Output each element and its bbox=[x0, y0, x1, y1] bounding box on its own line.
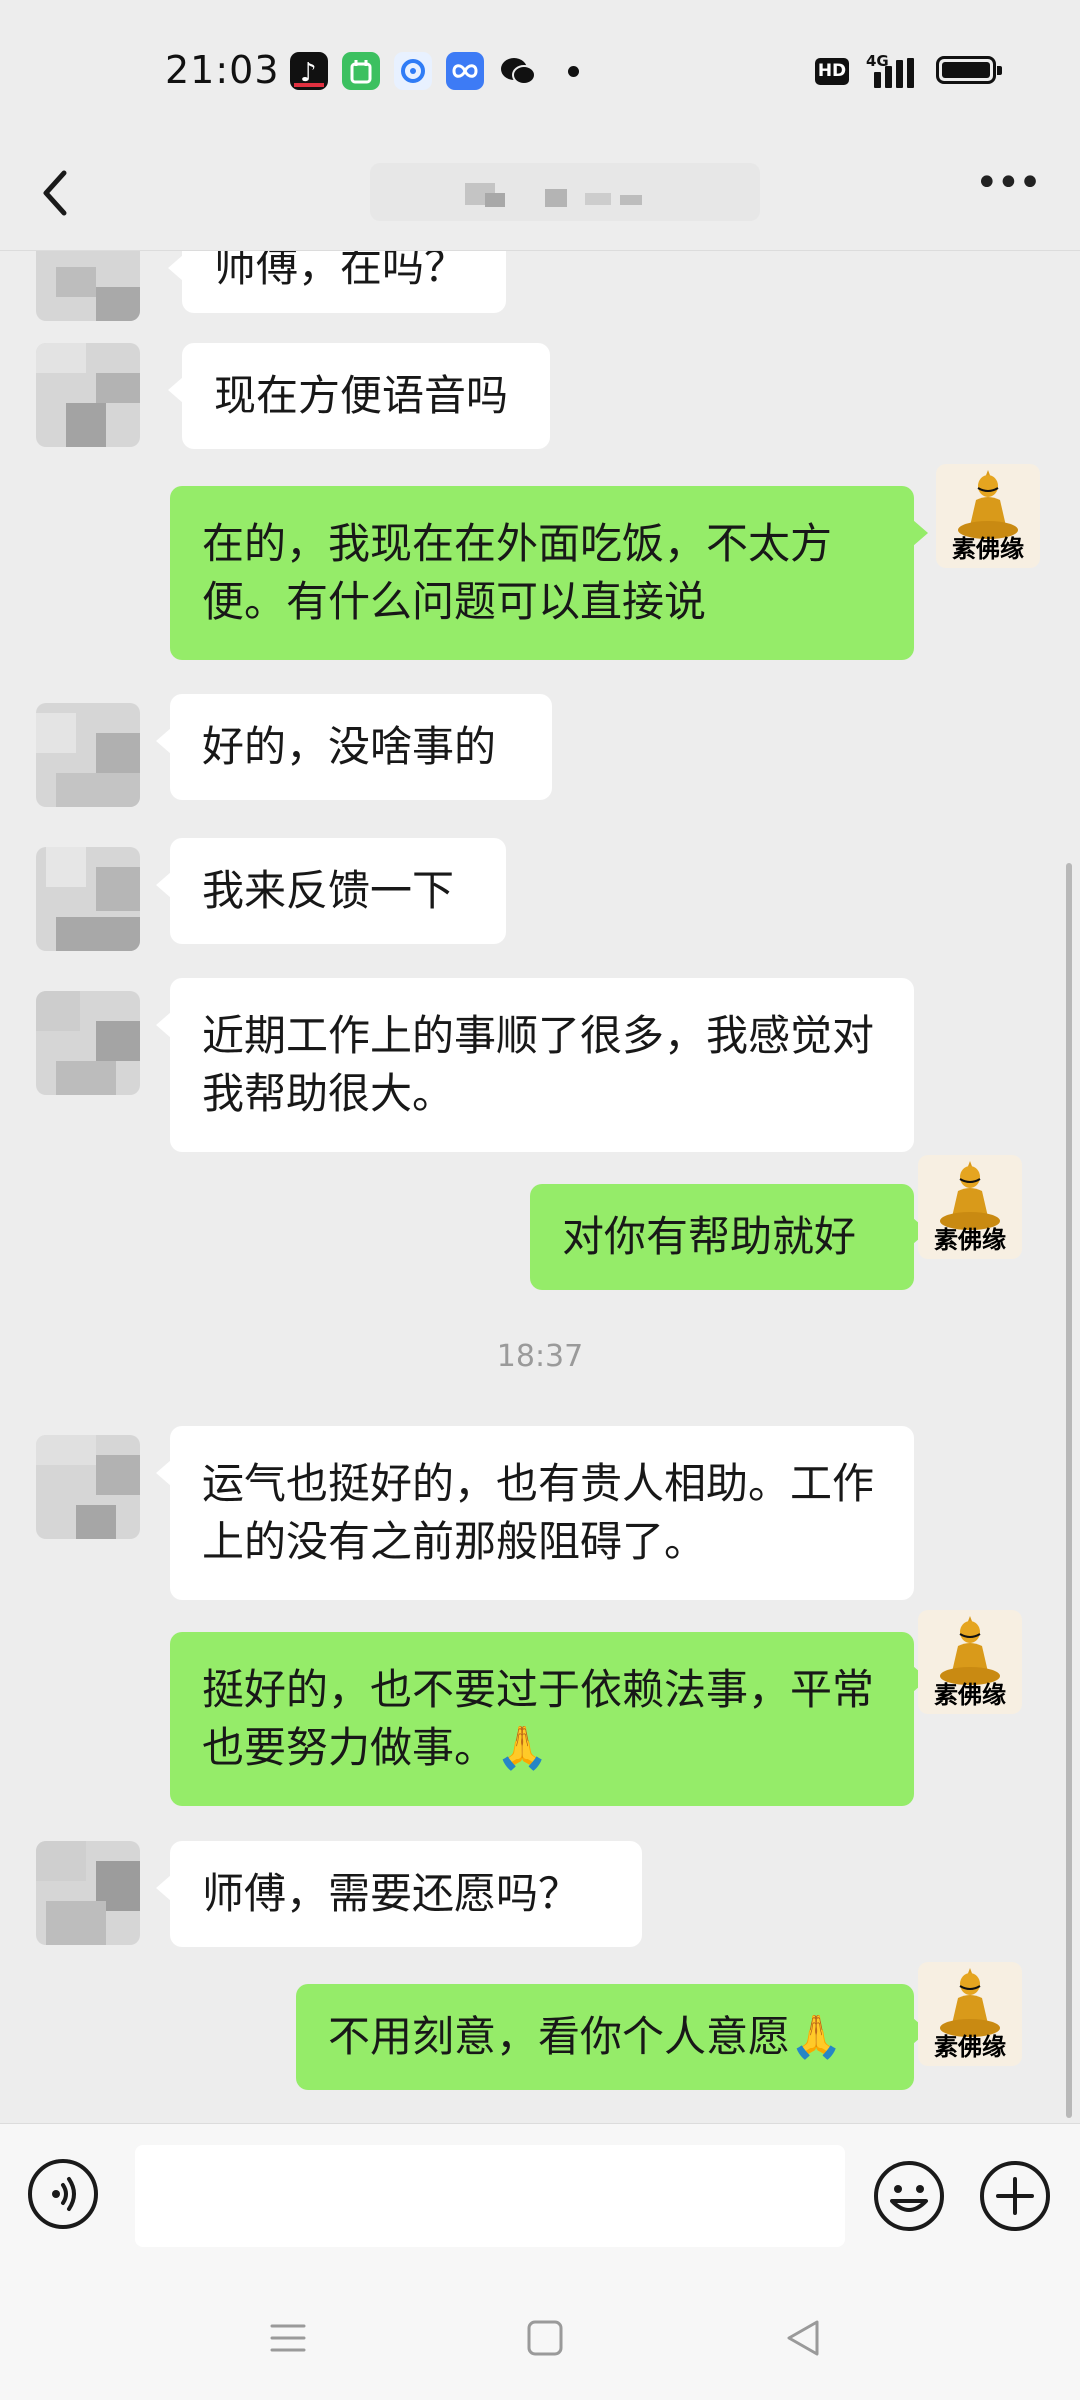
home-square-icon bbox=[527, 2320, 563, 2356]
message-text: 运气也挺好的，也有贵人相助。工作上的没有之前那般阻碍了。 bbox=[202, 1459, 875, 1566]
nav-home-button[interactable] bbox=[515, 2308, 575, 2368]
message-text: 好的，没啥事的 bbox=[202, 722, 497, 771]
message-list: 师傅，在吗？ 现在方便语音吗 在的，我现在在外面吃饭，不太方便。有什么问题可以直… bbox=[0, 251, 1080, 2123]
back-button[interactable] bbox=[30, 157, 90, 227]
message-text: 挺好的，也不要过于依赖法事，平常也要努力做事。🙏 bbox=[202, 1665, 875, 1772]
message-bubble-received[interactable]: 师傅，需要还愿吗？ bbox=[156, 1841, 642, 1947]
douyin-icon: ♪ bbox=[290, 52, 328, 90]
voice-button[interactable] bbox=[28, 2159, 98, 2229]
message-text: 在的，我现在在外面吃饭，不太方便。有什么问题可以直接说 bbox=[202, 519, 833, 626]
message-text: 不用刻意，看你个人意愿🙏 bbox=[328, 2012, 843, 2061]
emoji-icon bbox=[874, 2161, 944, 2231]
my-avatar-label: 素佛缘 bbox=[934, 1226, 1006, 1254]
message-text: 对你有帮助就好 bbox=[562, 1212, 857, 1261]
message-bubble-sent[interactable]: 对你有帮助就好 bbox=[530, 1184, 928, 1290]
message-bubble-received[interactable]: 我来反馈一下 bbox=[156, 838, 506, 944]
signal-icon bbox=[872, 58, 922, 88]
message-text: 师傅，在吗？ bbox=[214, 251, 467, 291]
infinity-app-icon bbox=[446, 52, 484, 90]
back-triangle-icon bbox=[787, 2320, 819, 2356]
voice-icon bbox=[52, 2177, 76, 2211]
my-avatar[interactable]: 素佛缘 bbox=[936, 464, 1040, 568]
my-avatar[interactable]: 素佛缘 bbox=[918, 1155, 1022, 1259]
message-bubble-received[interactable]: 运气也挺好的，也有贵人相助。工作上的没有之前那般阻碍了。 bbox=[156, 1426, 914, 1600]
message-bubble-received[interactable]: 好的，没啥事的 bbox=[156, 694, 552, 800]
wechat-icon bbox=[498, 52, 536, 90]
system-nav-bar bbox=[0, 2270, 1080, 2400]
my-avatar-label: 素佛缘 bbox=[934, 1681, 1006, 1709]
message-input[interactable] bbox=[135, 2145, 845, 2247]
message-text: 近期工作上的事顺了很多，我感觉对我帮助很大。 bbox=[202, 1011, 875, 1118]
my-avatar[interactable]: 素佛缘 bbox=[918, 1610, 1022, 1714]
contact-avatar[interactable] bbox=[36, 1841, 140, 1945]
browser-icon bbox=[394, 52, 432, 90]
message-text: 现在方便语音吗 bbox=[214, 371, 509, 420]
message-bubble-sent[interactable]: 不用刻意，看你个人意愿🙏 bbox=[296, 1984, 928, 2090]
contact-avatar[interactable] bbox=[36, 343, 140, 447]
contact-avatar[interactable] bbox=[36, 1435, 140, 1539]
timestamp: 18:37 bbox=[496, 1339, 584, 1374]
green-app-icon bbox=[342, 52, 380, 90]
contact-avatar[interactable] bbox=[36, 847, 140, 951]
emoji-button[interactable] bbox=[872, 2159, 946, 2233]
plus-icon bbox=[980, 2161, 1050, 2231]
menu-icon bbox=[270, 2324, 306, 2352]
message-bubble-sent[interactable]: 在的，我现在在外面吃饭，不太方便。有什么问题可以直接说 bbox=[170, 486, 928, 660]
hd-badge: HD bbox=[815, 58, 849, 85]
nav-back-button[interactable] bbox=[773, 2308, 833, 2368]
plus-button[interactable] bbox=[978, 2159, 1052, 2233]
my-avatar[interactable]: 素佛缘 bbox=[918, 1962, 1022, 2066]
message-text: 师傅，需要还愿吗？ bbox=[202, 1869, 581, 1918]
my-avatar-label: 素佛缘 bbox=[934, 2033, 1006, 2061]
my-avatar-label: 素佛缘 bbox=[952, 535, 1024, 563]
message-bubble-received[interactable]: 近期工作上的事顺了很多，我感觉对我帮助很大。 bbox=[156, 978, 914, 1152]
contact-avatar[interactable] bbox=[36, 251, 140, 321]
chat-header: ••• bbox=[0, 135, 1080, 251]
message-bubble-received[interactable]: 现在方便语音吗 bbox=[168, 343, 550, 449]
contact-avatar[interactable] bbox=[36, 703, 140, 807]
message-text: 我来反馈一下 bbox=[202, 866, 455, 915]
battery-icon bbox=[936, 56, 1002, 84]
status-time: 21:03 bbox=[165, 48, 280, 92]
input-bar bbox=[0, 2123, 1080, 2271]
chat-title-blurred bbox=[370, 163, 760, 221]
message-bubble-sent[interactable]: 挺好的，也不要过于依赖法事，平常也要努力做事。🙏 bbox=[170, 1632, 928, 1806]
notification-dot bbox=[568, 66, 579, 77]
scrollbar[interactable] bbox=[1066, 863, 1072, 2118]
chevron-left-icon bbox=[43, 170, 67, 216]
message-bubble-received[interactable]: 师傅，在吗？ bbox=[168, 251, 506, 313]
more-options-button[interactable]: ••• bbox=[975, 163, 1042, 223]
contact-avatar[interactable] bbox=[36, 991, 140, 1095]
status-bar: 21:03 ♪ HD 4G bbox=[0, 0, 1080, 135]
nav-menu-button[interactable] bbox=[258, 2308, 318, 2368]
